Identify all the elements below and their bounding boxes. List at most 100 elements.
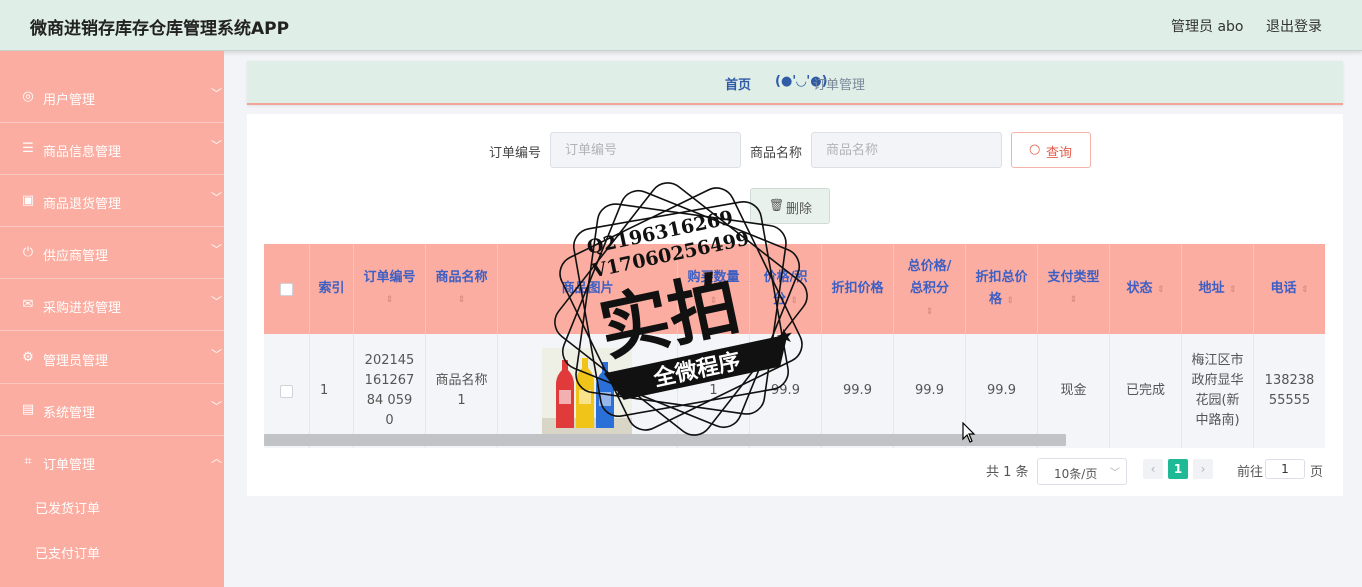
header-label: 商品名称 bbox=[435, 270, 488, 285]
header-cell[interactable]: 总价格/总积分 ⇕ bbox=[894, 244, 966, 334]
header-cell[interactable]: 支付类型 ⇕ bbox=[1038, 244, 1110, 334]
header-cell[interactable]: 价格/积分 ⇕ bbox=[750, 244, 822, 334]
header-cell[interactable]: 索引 bbox=[310, 244, 354, 334]
header-label: 商品图片 bbox=[561, 281, 614, 296]
prev-page-button[interactable]: ‹ bbox=[1143, 459, 1163, 479]
chevron-down-icon: ﹀ bbox=[211, 348, 222, 361]
header-label: 购买数量 bbox=[687, 269, 740, 285]
search-button[interactable]: ○ 查询 bbox=[1011, 132, 1091, 168]
header-label: 地址 bbox=[1198, 280, 1225, 296]
header-cell[interactable]: 购买数量 ⇕ bbox=[678, 244, 750, 334]
header-cell[interactable]: 状态 ⇕ bbox=[1110, 244, 1182, 334]
header-cell[interactable]: 折扣价格 bbox=[822, 244, 894, 334]
chevron-down-icon: ﹀ bbox=[211, 295, 222, 308]
sidebar-item-label: 商品信息管理 bbox=[43, 145, 122, 160]
sidebar-item-admins[interactable]: ⚙ 管理员管理 ﹀ bbox=[0, 332, 224, 384]
chevron-down-icon: ﹀ bbox=[211, 139, 222, 152]
header-cell[interactable]: 订单编号 ⇕ bbox=[354, 244, 426, 334]
goto-page-input[interactable] bbox=[1265, 459, 1305, 479]
header-label: 折扣价格 bbox=[831, 281, 884, 296]
clipboard-icon: ▣ bbox=[21, 193, 35, 208]
breadcrumb: 首页 (●'◡'●) 订单管理 bbox=[247, 61, 1343, 105]
header-cell[interactable]: 地址 ⇕ bbox=[1182, 244, 1254, 334]
sidebar-subitem-shipped-orders[interactable]: 已发货订单 bbox=[0, 485, 224, 529]
header-cell[interactable]: 商品名称 ⇕ bbox=[426, 244, 498, 334]
table-row[interactable]: 1 20214516126784 0590 商品名称1 1 99.9 99.9 … bbox=[264, 334, 1325, 448]
breadcrumb-home[interactable]: 首页 bbox=[725, 74, 751, 93]
product-image[interactable] bbox=[542, 348, 632, 440]
mouse-cursor-icon bbox=[962, 422, 976, 443]
cell-quantity: 1 bbox=[678, 334, 750, 448]
logout-link[interactable]: 退出登录 bbox=[1266, 16, 1322, 36]
sidebar-item-label: 采购进货管理 bbox=[43, 301, 122, 316]
sort-icon: ⇕ bbox=[1069, 295, 1078, 305]
sidebar-subitem-label: 已发货订单 bbox=[35, 502, 101, 517]
cell-product-image bbox=[498, 334, 678, 448]
header-label: 电话 bbox=[1270, 280, 1297, 296]
trash-icon: 🗑 bbox=[769, 198, 785, 212]
page-number-current[interactable]: 1 bbox=[1168, 459, 1188, 479]
product-name-label: 商品名称 bbox=[750, 146, 803, 161]
header-cell[interactable]: 电话 ⇕ bbox=[1254, 244, 1325, 334]
pagination-total: 共 1 条 bbox=[986, 465, 1029, 480]
delete-button[interactable]: 🗑 删除 bbox=[750, 188, 830, 224]
sidebar-item-label: 订单管理 bbox=[43, 458, 96, 473]
horizontal-scrollbar[interactable] bbox=[264, 434, 1066, 446]
delete-button-label: 删除 bbox=[786, 202, 813, 217]
order-no-label: 订单编号 bbox=[489, 146, 542, 161]
sidebar-item-orders[interactable]: ⌗ 订单管理 ︿ bbox=[0, 436, 224, 488]
order-no-text: 20214516126784 0590 bbox=[364, 353, 415, 428]
sidebar-item-label: 用户管理 bbox=[43, 93, 96, 108]
sidebar-subitem-label: 已支付订单 bbox=[35, 547, 101, 562]
header-label: 价格/积分 bbox=[763, 269, 808, 307]
select-all-checkbox[interactable] bbox=[280, 282, 293, 296]
address-text: 梅江区市政府显华花园(新中路南) bbox=[1191, 353, 1244, 428]
list-icon: ☰ bbox=[22, 141, 34, 156]
phone-text: 13823855555 bbox=[1264, 373, 1315, 408]
cell-order-no: 20214516126784 0590 bbox=[354, 334, 426, 448]
page-size-select[interactable]: 10条/页 ﹀ bbox=[1037, 458, 1127, 485]
sidebar-item-label: 系统管理 bbox=[43, 406, 96, 421]
cell-status: 已完成 bbox=[1110, 334, 1182, 448]
sidebar-item-label: 管理员管理 bbox=[43, 354, 109, 369]
search-icon: ○ bbox=[1029, 142, 1041, 157]
page-size-value: 10条/页 bbox=[1054, 467, 1098, 481]
sort-icon: ⇕ bbox=[709, 295, 718, 306]
crop-icon: ⌗ bbox=[24, 454, 32, 469]
sidebar-item-products[interactable]: ☰ 商品信息管理 ﹀ bbox=[0, 123, 224, 175]
settings-circle-icon: ⚙ bbox=[22, 350, 34, 365]
sort-icon: ⇕ bbox=[1157, 284, 1165, 295]
orders-table: 索引 订单编号 ⇕ 商品名称 ⇕ 商品图片 购买数量 ⇕ 价格/积分 ⇕ 折扣价格 … bbox=[264, 244, 1325, 448]
product-name-input[interactable] bbox=[811, 132, 1002, 168]
cell-pay-type: 现金 bbox=[1038, 334, 1110, 448]
sort-icon: ⇕ bbox=[1006, 295, 1015, 306]
goto-label: 前往 bbox=[1237, 465, 1264, 480]
sort-icon: ⇕ bbox=[385, 295, 394, 305]
chevron-down-icon: ﹀ bbox=[211, 191, 222, 204]
header-cell[interactable]: 商品图片 bbox=[498, 244, 678, 334]
sidebar-item-system[interactable]: ▤ 系统管理 ﹀ bbox=[0, 384, 224, 436]
sidebar-item-returns[interactable]: ▣ 商品退货管理 ﹀ bbox=[0, 175, 224, 227]
cell-product-name: 商品名称1 bbox=[426, 334, 498, 448]
top-bar: 微商进销存库存仓库管理系统APP 管理员 abo 退出登录 bbox=[0, 0, 1362, 51]
header-label: 索引 bbox=[318, 281, 345, 296]
row-checkbox[interactable] bbox=[280, 384, 293, 398]
sidebar-subitem-paid-orders[interactable]: 已支付订单 bbox=[0, 530, 224, 574]
header-label: 订单编号 bbox=[363, 270, 416, 285]
sidebar-item-users[interactable]: ◎ 用户管理 ﹀ bbox=[0, 71, 224, 123]
breadcrumb-current: 订单管理 bbox=[813, 78, 866, 93]
chevron-down-icon: ﹀ bbox=[211, 243, 222, 256]
header-cell[interactable]: 折扣总价格 ⇕ bbox=[966, 244, 1038, 334]
sidebar-item-suppliers[interactable]: ⏻ 供应商管理 ﹀ bbox=[0, 227, 224, 279]
sidebar-item-purchasing[interactable]: ✉ 采购进货管理 ﹀ bbox=[0, 279, 224, 331]
order-no-input[interactable] bbox=[550, 132, 741, 168]
chevron-up-icon: ︿ bbox=[211, 452, 222, 465]
sidebar-item-label: 供应商管理 bbox=[43, 249, 109, 264]
header-label: 总价格/总积分 bbox=[907, 258, 952, 296]
cell-total-price: 99.9 bbox=[894, 334, 966, 448]
cell-price: 99.9 bbox=[750, 334, 822, 448]
document-icon: ▤ bbox=[21, 402, 35, 417]
row-select-cell bbox=[264, 334, 310, 448]
cell-address: 梅江区市政府显华花园(新中路南) bbox=[1182, 334, 1254, 448]
next-page-button[interactable]: › bbox=[1193, 459, 1213, 479]
